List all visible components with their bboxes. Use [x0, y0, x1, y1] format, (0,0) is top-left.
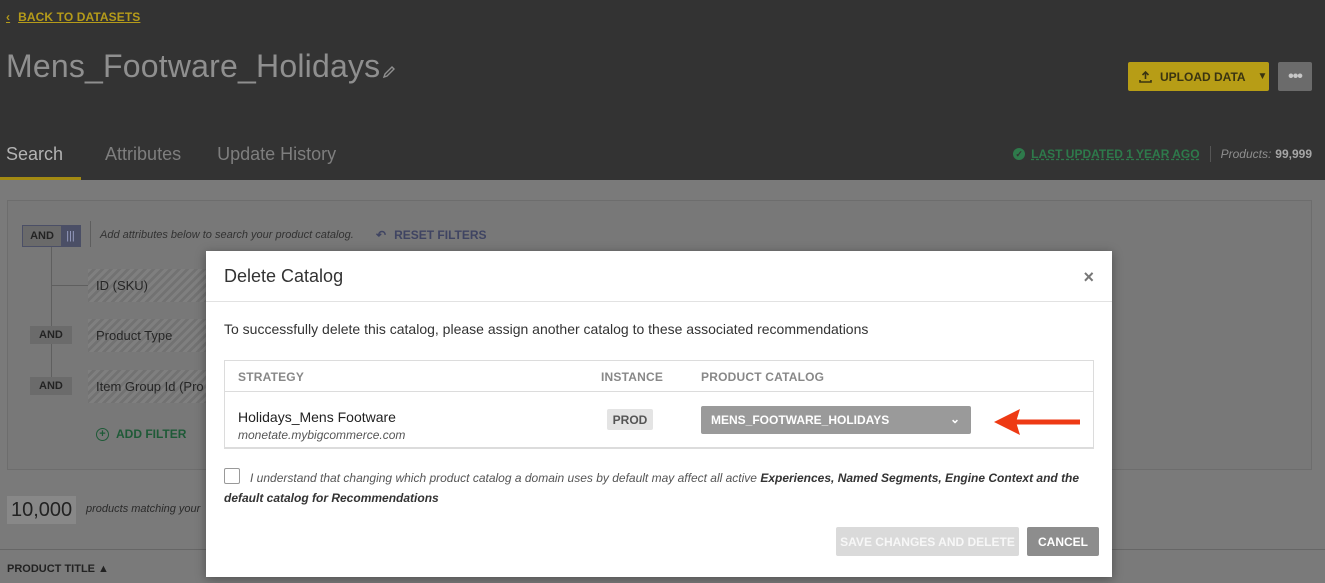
- strategy-name: Holidays_Mens Footware: [238, 409, 396, 425]
- dataset-name: Mens_Footware_Holidays: [6, 48, 381, 84]
- divider: [1209, 146, 1211, 162]
- recommendations-table: STRATEGY INSTANCE PRODUCT CATALOG Holida…: [224, 360, 1094, 449]
- column-header-product-title[interactable]: PRODUCT TITLE ▲: [7, 563, 109, 575]
- and-toggle-label: AND: [30, 230, 54, 242]
- column-header-strategy: STRATEGY: [238, 370, 305, 384]
- dataset-header: ‹ BACK TO DATASETS Mens_Footware_Holiday…: [0, 0, 1325, 180]
- filter-attribute-item-group-id[interactable]: Item Group Id (Pro: [88, 370, 218, 403]
- close-icon[interactable]: ×: [1083, 267, 1094, 288]
- upload-icon: [1139, 70, 1152, 83]
- product-catalog-select[interactable]: MENS_FOOTWARE_HOLIDAYS ⌄: [701, 406, 971, 434]
- annotation-arrow-icon: [994, 409, 1080, 435]
- dataset-status: ✓ LAST UPDATED 1 YEAR AGO Products: 99,9…: [1013, 146, 1312, 162]
- more-options-button[interactable]: •••: [1278, 62, 1312, 91]
- back-link-label: BACK TO DATASETS: [18, 10, 141, 24]
- upload-data-button[interactable]: UPLOAD DATA ▼: [1128, 62, 1269, 91]
- save-changes-and-delete-button[interactable]: SAVE CHANGES AND DELETE: [836, 527, 1019, 556]
- result-count-text: products matching your: [86, 503, 201, 515]
- product-catalog-value: MENS_FOOTWARE_HOLIDAYS: [711, 413, 890, 427]
- back-to-datasets-link[interactable]: ‹ BACK TO DATASETS: [6, 10, 140, 24]
- strategy-domain: monetate.mybigcommerce.com: [238, 428, 406, 442]
- add-filter-label: ADD FILTER: [116, 427, 187, 441]
- cancel-button[interactable]: CANCEL: [1027, 527, 1099, 556]
- check-circle-icon: ✓: [1013, 148, 1026, 160]
- tab-search[interactable]: Search: [0, 132, 82, 180]
- modal-header: Delete Catalog ×: [206, 251, 1112, 302]
- filter-attribute-product-type[interactable]: Product Type: [88, 319, 218, 352]
- toggle-handle-icon: |||: [61, 226, 80, 246]
- delete-catalog-modal: Delete Catalog × To successfully delete …: [206, 251, 1112, 577]
- modal-title: Delete Catalog: [224, 266, 344, 286]
- page-title: Mens_Footware_Holidays: [6, 48, 396, 87]
- reset-filters-button[interactable]: ↶ RESET FILTERS: [376, 228, 487, 242]
- add-filter-button[interactable]: + ADD FILTER: [96, 427, 186, 441]
- reset-filters-label: RESET FILTERS: [394, 228, 487, 242]
- column-header-instance: INSTANCE: [601, 370, 664, 384]
- products-label: Products:: [1220, 147, 1272, 161]
- result-count: 10,000: [7, 496, 77, 524]
- and-connector: AND: [30, 377, 72, 395]
- filter-hint: Add attributes below to search your prod…: [100, 229, 354, 241]
- table-header: STRATEGY INSTANCE PRODUCT CATALOG: [225, 361, 1093, 392]
- products-count: 99,999: [1275, 147, 1312, 161]
- pencil-icon[interactable]: [382, 50, 396, 87]
- acknowledge-text-prefix: I understand that changing which product…: [250, 471, 761, 485]
- undo-icon: ↶: [376, 228, 387, 242]
- tab-update-history[interactable]: Update History: [211, 132, 336, 180]
- chevron-left-icon: ‹: [6, 10, 11, 24]
- last-updated-link[interactable]: LAST UPDATED 1 YEAR AGO: [1031, 147, 1199, 161]
- plus-circle-icon: +: [96, 427, 109, 441]
- chevron-down-icon: ▼: [1257, 71, 1268, 82]
- tab-attributes[interactable]: Attributes: [99, 132, 181, 180]
- upload-data-label: UPLOAD DATA: [1160, 69, 1246, 84]
- dataset-tabs: Search Attributes Update History: [0, 132, 366, 180]
- ellipsis-icon: •••: [1288, 67, 1303, 85]
- tree-connector: [51, 285, 88, 286]
- instance-badge: PROD: [607, 409, 653, 430]
- filter-attribute-id-sku[interactable]: ID (SKU): [88, 269, 218, 302]
- and-or-toggle[interactable]: AND |||: [22, 225, 81, 247]
- modal-description: To successfully delete this catalog, ple…: [224, 321, 869, 337]
- and-connector: AND: [30, 326, 72, 344]
- tree-connector: [51, 247, 52, 387]
- table-row: Holidays_Mens Footware monetate.mybigcom…: [225, 392, 1093, 448]
- divider: [90, 221, 91, 247]
- chevron-down-icon: ⌄: [949, 412, 960, 426]
- column-header-product-catalog: PRODUCT CATALOG: [701, 370, 825, 384]
- acknowledge-text: I understand that changing which product…: [224, 468, 1084, 508]
